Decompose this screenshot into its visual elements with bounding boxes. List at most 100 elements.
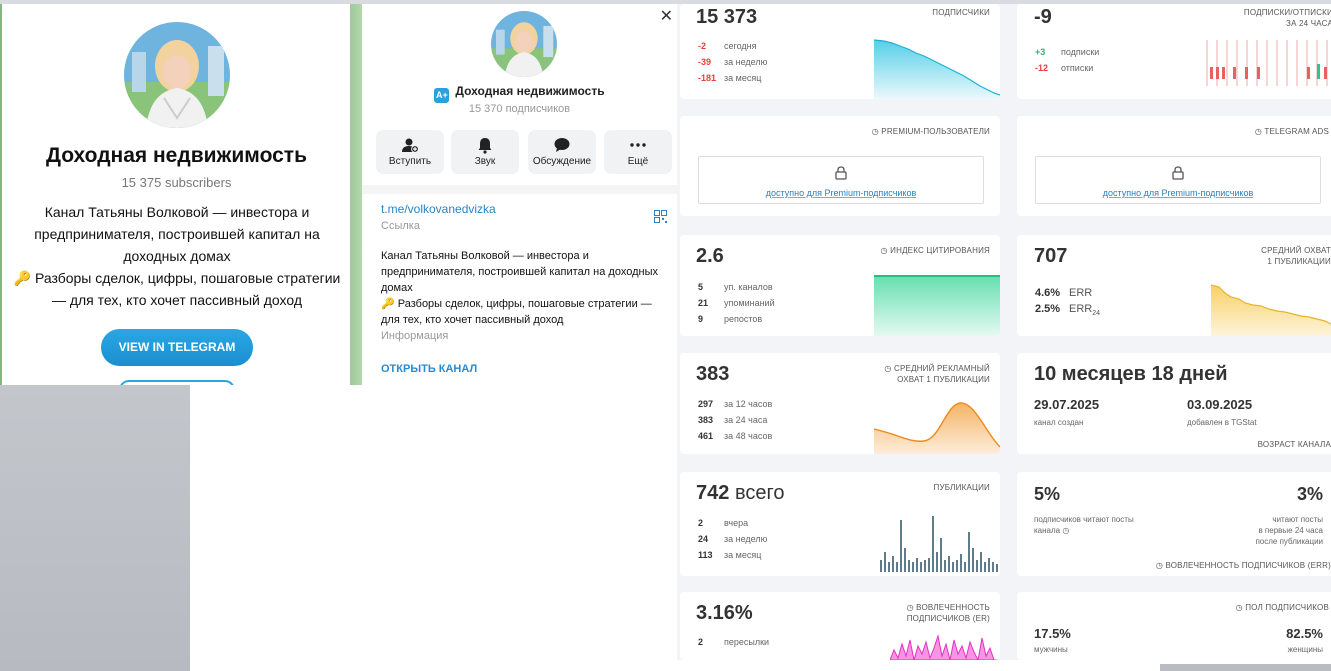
- more-icon: [630, 143, 646, 147]
- description-line: Канал Татьяны Волковой — инвестора и пре…: [34, 204, 320, 264]
- close-icon[interactable]: ✕: [660, 6, 673, 26]
- channel-age-card[interactable]: 10 месяцев 18 дней 29.07.2025 канал созд…: [1017, 353, 1331, 454]
- subs-change-card[interactable]: -9 ПОДПИСКИ/ОТПИСКИ ЗА 24 ЧАСА +3 подписки…: [1017, 4, 1331, 99]
- ad-reach-value: 383: [696, 363, 730, 385]
- posts-value: 742 всего: [696, 482, 785, 504]
- description-label: Информация: [381, 330, 449, 342]
- channel-title: Доходная недвижимость: [45, 144, 307, 167]
- join-icon: [402, 138, 419, 153]
- premium-locked-box[interactable]: доступно для Premium-подписчиков: [698, 156, 984, 204]
- stat-row: 461 за 48 часов: [698, 431, 773, 441]
- engagement-er-card[interactable]: 3.16% ◷ ВОВЛЕЧЕННОСТЬ ПОДПИСЧИКОВ (ER) 2п…: [680, 592, 1000, 660]
- publications-card[interactable]: 742 всего ПУБЛИКАЦИИ 2 вчера 24 за неделю …: [680, 472, 1000, 576]
- discussion-button[interactable]: Обсуждение: [528, 130, 596, 174]
- citation-index-card[interactable]: 2.6 ◷ ИНДЕКС ЦИТИРОВАНИЯ 5 уп. каналов 21…: [680, 235, 1000, 336]
- subscribers-label: ПОДПИСЧИКИ: [932, 8, 990, 17]
- stat-row: 24 за неделю: [698, 534, 768, 544]
- change-chart: [1206, 40, 1328, 86]
- premium-users-card: ◷ PREMIUM-ПОЛЬЗОВАТЕЛИ доступно для Prem…: [680, 116, 1000, 216]
- engagement-err-card[interactable]: 5% подписчиков читают посты канала ◷ 3% …: [1017, 472, 1331, 576]
- male-label: мужчины: [1034, 645, 1068, 654]
- err-left-label: подписчиков читают посты канала ◷: [1034, 515, 1134, 535]
- ad-reach-chart: [874, 402, 1000, 454]
- ads-locked-box[interactable]: доступно для Premium-подписчиков: [1035, 156, 1321, 204]
- subscribers-chart: [874, 39, 1000, 99]
- gender-label: ◷ ПОЛ ПОДПИСЧИКОВ: [1235, 603, 1329, 612]
- open-channel-button[interactable]: ОТКРЫТЬ КАНАЛ: [381, 363, 477, 375]
- description-line: 🔑 Разборы сделок, цифры, пошаговые страт…: [381, 298, 652, 326]
- err-right-label: читают посты в первые 24 часа после публик…: [1255, 515, 1323, 546]
- channel-name-row: A+ Доходная недвижимость: [362, 84, 677, 103]
- link-label: Ссылка: [381, 220, 420, 232]
- female-value: 82.5%: [1286, 626, 1323, 641]
- info-icon: ◷: [1235, 603, 1246, 612]
- er-chart: [890, 634, 1000, 660]
- lock-icon: [835, 166, 847, 180]
- reach-label: СРЕДНИЙ ОХВАТ 1 ПУБЛИКАЦИИ: [1261, 246, 1331, 266]
- posts-rows: 2 вчера 24 за неделю 113 за месяц: [698, 515, 767, 563]
- err-left-value: 5%: [1034, 484, 1061, 504]
- err-right-value: 3%: [1296, 484, 1323, 504]
- subscribers-value: 15 373: [696, 6, 758, 28]
- info-icon: ◷: [871, 127, 882, 136]
- subscriber-count: 15 370 подписчиков: [468, 103, 571, 115]
- er-label: ◷ ВОВЛЕЧЕННОСТЬ ПОДПИСЧИКОВ (ER): [906, 603, 990, 623]
- background-region: [1160, 664, 1331, 671]
- citation-chart: [874, 275, 1000, 336]
- age-label: ВОЗРАСТ КАНАЛА: [1257, 440, 1331, 449]
- citation-value: 2.6: [696, 245, 724, 267]
- male-value: 17.5%: [1034, 626, 1071, 641]
- action-bar: Вступить Звук Обсуждение Ещё: [376, 130, 672, 174]
- subscriber-count: 15 375 subscribers: [121, 175, 232, 190]
- view-in-telegram-button[interactable]: VIEW IN TELEGRAM: [101, 329, 253, 366]
- posts-label: ПУБЛИКАЦИИ: [933, 483, 990, 492]
- tgstat-dashboard: 15 373 ПОДПИСЧИКИ -2 сегодня -39 за неделю…: [677, 4, 1331, 660]
- join-button[interactable]: Вступить: [376, 130, 444, 174]
- ads-label: ◷ TELEGRAM ADS: [1254, 127, 1329, 136]
- gender-card[interactable]: ◷ ПОЛ ПОДПИСЧИКОВ 17.5% мужчины 82.5% же…: [1017, 592, 1331, 660]
- more-label: Ещё: [627, 156, 649, 167]
- created-label: канал создан: [1034, 418, 1084, 427]
- bell-icon: [478, 138, 492, 154]
- age-value: 10 месяцев 18 дней: [1034, 363, 1228, 385]
- female-label: женщины: [1287, 645, 1323, 654]
- citation-label: ◷ ИНДЕКС ЦИТИРОВАНИЯ: [880, 246, 990, 255]
- info-icon: ◷: [880, 246, 891, 255]
- reach-chart: [1211, 284, 1331, 336]
- citation-rows: 5 уп. каналов 21 упоминаний 9 репостов: [698, 279, 775, 327]
- sound-button[interactable]: Звук: [451, 130, 519, 174]
- ad-reach-card[interactable]: 383 ◷ СРЕДНИЙ РЕКЛАМНЫЙ ОХВАТ 1 ПУБЛИКАЦИ…: [680, 353, 1000, 454]
- stat-row: 2 пересылки: [698, 637, 770, 647]
- channel-info-panel: ✕ A+ Доходная недвижимость 15 370 подписч…: [362, 4, 677, 385]
- stat-row: 21 упоминаний: [698, 298, 775, 308]
- stat-row: 113 за месяц: [698, 550, 762, 560]
- err-rows: 4.6% ERR 2.5% ERR24: [1035, 285, 1100, 322]
- created-date: 29.07.2025: [1034, 397, 1100, 412]
- background-region: [0, 385, 190, 671]
- average-reach-card[interactable]: 707 СРЕДНИЙ ОХВАТ 1 ПУБЛИКАЦИИ 4.6% ERR 2.…: [1017, 235, 1331, 336]
- stat-row: 9 репостов: [698, 314, 763, 324]
- description-line: 🔑 Разборы сделок, цифры, пошаговые страт…: [13, 270, 341, 308]
- premium-locked-text[interactable]: доступно для Premium-подписчиков: [699, 188, 983, 198]
- change-value: -9: [1034, 6, 1052, 28]
- info-icon: ◷: [884, 364, 895, 373]
- channel-avatar: [491, 11, 557, 77]
- chat-icon: [554, 138, 570, 152]
- join-label: Вступить: [388, 156, 432, 167]
- reach-value: 707: [1034, 245, 1068, 267]
- qr-code-icon[interactable]: [654, 210, 667, 223]
- more-button[interactable]: Ещё: [604, 130, 672, 174]
- er-rows: 2 пересылки: [698, 634, 769, 650]
- stat-row: 5 уп. каналов: [698, 282, 773, 292]
- ads-locked-text[interactable]: доступно для Premium-подписчиков: [1036, 188, 1320, 198]
- stat-row: -39 за неделю: [698, 57, 768, 67]
- ad-reach-rows: 297 за 12 часов 383 за 24 часа 461 за 48 ча…: [698, 396, 772, 444]
- subscribers-card[interactable]: 15 373 ПОДПИСЧИКИ -2 сегодня -39 за неделю…: [680, 4, 1000, 99]
- stat-row: 2 вчера: [698, 518, 749, 528]
- chat-background-strip: [350, 4, 362, 385]
- added-label: добавлен в TGStat: [1187, 418, 1257, 427]
- channel-link[interactable]: t.me/volkovanedvizka: [381, 202, 496, 216]
- posts-chart: [880, 516, 998, 572]
- premium-label: ◷ PREMIUM-ПОЛЬЗОВАТЕЛИ: [871, 127, 990, 136]
- err24-row: 2.5% ERR24: [1035, 303, 1101, 318]
